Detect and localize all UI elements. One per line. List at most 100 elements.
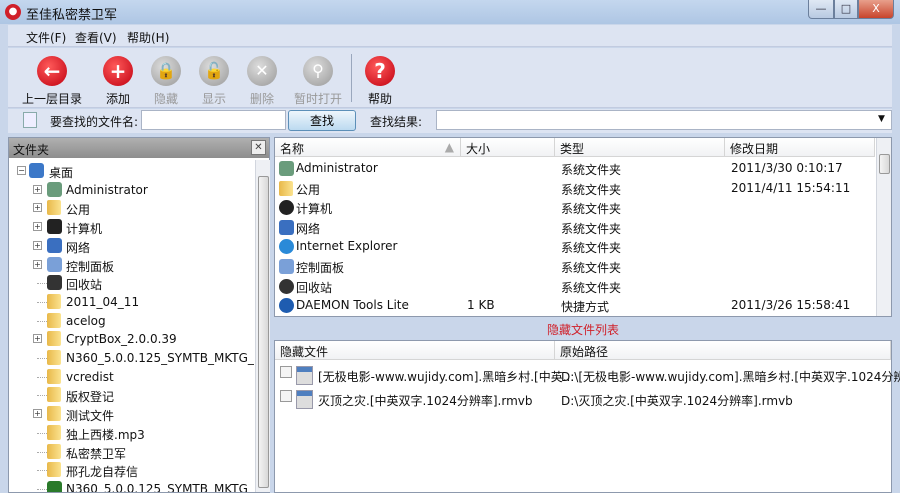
menu-bar: 文件(F) 查看(V) 帮助(H) [8, 25, 892, 47]
toolbar: ← 上一层目录 + 添加 🔒 隐藏 🔓 显示 ✕ 删除 ⚲ 暂时打开? 帮助 [8, 48, 892, 108]
folder-icon [47, 331, 61, 347]
file-row[interactable]: Internet Explorer 系统文件夹 [275, 237, 875, 256]
checkbox[interactable] [280, 390, 292, 402]
hidden-file-row[interactable]: [无极电影-www.wujidy.com].黑暗乡村.[中英... D:\[无极电… [275, 364, 900, 386]
column-size[interactable]: 大小 [461, 138, 555, 157]
search-input[interactable] [141, 110, 286, 130]
tree-item[interactable]: acelog [9, 312, 255, 330]
temp-open-button[interactable]: ⚲ 暂时打开 [286, 56, 350, 107]
tree-scrollbar[interactable] [255, 160, 270, 492]
expand-icon[interactable]: + [33, 203, 42, 213]
recycle-icon [47, 275, 62, 291]
file-list-panel: 名称 ▲ 大小 类型 修改日期 Administrator 系统文件夹 2011/3/… [274, 137, 892, 317]
file-row[interactable]: 公用 系统文件夹 2011/4/11 15:54:11 [275, 179, 875, 198]
expand-icon[interactable]: + [33, 334, 42, 344]
menu-help[interactable]: 帮助(H) [127, 29, 169, 46]
collapse-icon[interactable]: − [17, 166, 26, 175]
search-result-dropdown[interactable] [436, 110, 892, 130]
tree-label: N360_5.0.0.125_SYMTB_MKTG_LOE [66, 481, 255, 492]
tree-item[interactable]: + Administrator [9, 181, 255, 199]
question-icon: ? [365, 56, 395, 86]
file-name: Administrator [296, 161, 378, 175]
up-directory-button[interactable]: ← 上一层目录 [20, 56, 84, 107]
title-bar: ● 至佳私密禁卫军 — □ X [0, 0, 900, 24]
tree-line [37, 320, 47, 322]
file-row[interactable]: 计算机 系统文件夹 [275, 198, 875, 217]
panel-icon [47, 256, 62, 272]
tree-line [37, 358, 47, 359]
file-row[interactable]: DAEMON Tools Lite 1 KB 快捷方式 2011/3/26 15:58… [275, 296, 875, 315]
close-panel-button[interactable]: ✕ [251, 140, 266, 155]
scroll-thumb[interactable] [879, 154, 890, 174]
folder-tree: − 桌面 + Administrator + 公用 + 计算机 + 网络 + 控制面板 回收站 2011_… [9, 160, 255, 492]
tree-item[interactable]: + 计算机 [9, 218, 255, 236]
tree-item[interactable]: 版权登记 [9, 386, 255, 404]
column-date[interactable]: 修改日期 [725, 138, 875, 157]
tree-item[interactable]: vcredist [9, 368, 255, 386]
column-hidden-file[interactable]: 隐藏文件 [275, 341, 555, 360]
folder-icon [279, 180, 293, 196]
column-name[interactable]: 名称 ▲ [275, 138, 461, 157]
unlock-icon: 🔓 [199, 56, 229, 86]
archive-icon [47, 480, 62, 492]
file-row[interactable]: 控制面板 系统文件夹 [275, 257, 875, 276]
hidden-file-row[interactable]: 灭顶之灾.[中英双字.1024分辨率].rmvb D:\灭顶之灾.[中英双字.10… [275, 388, 891, 410]
tree-item[interactable]: + 公用 [9, 199, 255, 217]
tree-line [37, 283, 47, 285]
up-directory-label: 上一层目录 [21, 92, 82, 106]
close-button[interactable]: X [858, 0, 894, 19]
tree-item[interactable]: + CryptBox_2.0.0.39 [9, 330, 255, 348]
file-list-scrollbar[interactable] [876, 138, 891, 316]
computer-icon [279, 200, 294, 216]
find-button[interactable]: 查找 [288, 110, 356, 131]
file-type: 系统文件夹 [561, 261, 622, 275]
delete-button[interactable]: ✕ 删除 [230, 56, 294, 107]
recycle-icon [279, 278, 294, 294]
expand-icon[interactable]: + [33, 409, 42, 419]
expand-icon[interactable]: + [33, 259, 42, 269]
tree-item[interactable]: 独上西楼.mp3 [9, 424, 255, 442]
tree-item[interactable]: 邢孔龙自荐信 [9, 461, 255, 479]
tree-item[interactable]: N360_5.0.0.125_SYMTB_MKTG_LOE [9, 480, 255, 492]
file-row[interactable]: 回收站 系统文件夹 [275, 277, 875, 296]
column-type[interactable]: 类型 [555, 138, 725, 157]
menu-file[interactable]: 文件(F) [26, 29, 66, 46]
tree-line [37, 488, 47, 490]
tree-line [37, 451, 47, 453]
tree-item-desktop[interactable]: − 桌面 [9, 162, 255, 180]
scroll-thumb[interactable] [258, 176, 269, 488]
delete-icon: ✕ [247, 56, 277, 86]
expand-icon[interactable]: + [33, 222, 42, 232]
file-row[interactable]: 网络 系统文件夹 [275, 218, 875, 237]
chevron-down-icon[interactable]: ▼ [878, 114, 885, 124]
tree-item[interactable]: + 网络 [9, 237, 255, 255]
toolbar-separator [351, 54, 352, 102]
help-label: 帮助 [367, 92, 392, 106]
maximize-button[interactable]: □ [834, 0, 858, 19]
checkbox[interactable] [280, 366, 292, 378]
tree-label: 网络 [66, 240, 91, 255]
user-icon [47, 181, 62, 197]
minimize-button[interactable]: — [808, 0, 834, 19]
tree-label: 回收站 [66, 278, 103, 293]
help-button[interactable]: ? 帮助 [348, 56, 412, 107]
tree-item[interactable]: + 控制面板 [9, 256, 255, 274]
tree-item[interactable]: + 测试文件 [9, 405, 255, 423]
tree-label: 桌面 [49, 166, 74, 180]
tree-label: acelog [66, 313, 106, 328]
tree-label: 版权登记 [66, 390, 115, 405]
file-row[interactable]: Administrator 系统文件夹 2011/3/30 0:10:17 [275, 159, 875, 178]
tree-label: 计算机 [66, 222, 103, 237]
menu-view[interactable]: 查看(V) [75, 29, 117, 46]
expand-icon[interactable]: + [33, 240, 42, 250]
tree-label: 控制面板 [66, 259, 115, 274]
tree-item[interactable]: N360_5.0.0.125_SYMTB_MKTG_LOE [9, 349, 255, 367]
tree-item[interactable]: 回收站 [9, 274, 255, 292]
hidden-file-path: D:\灭顶之灾.[中英双字.1024分辨率].rmvb [561, 394, 793, 408]
column-original-path[interactable]: 原始路径 [555, 341, 891, 360]
file-name: 公用 [296, 182, 321, 197]
tree-item[interactable]: 2011_04_11 [9, 293, 255, 311]
file-name: Internet Explorer [296, 239, 398, 254]
expand-icon[interactable]: + [33, 184, 42, 194]
tree-item[interactable]: 私密禁卫军 [9, 443, 255, 461]
